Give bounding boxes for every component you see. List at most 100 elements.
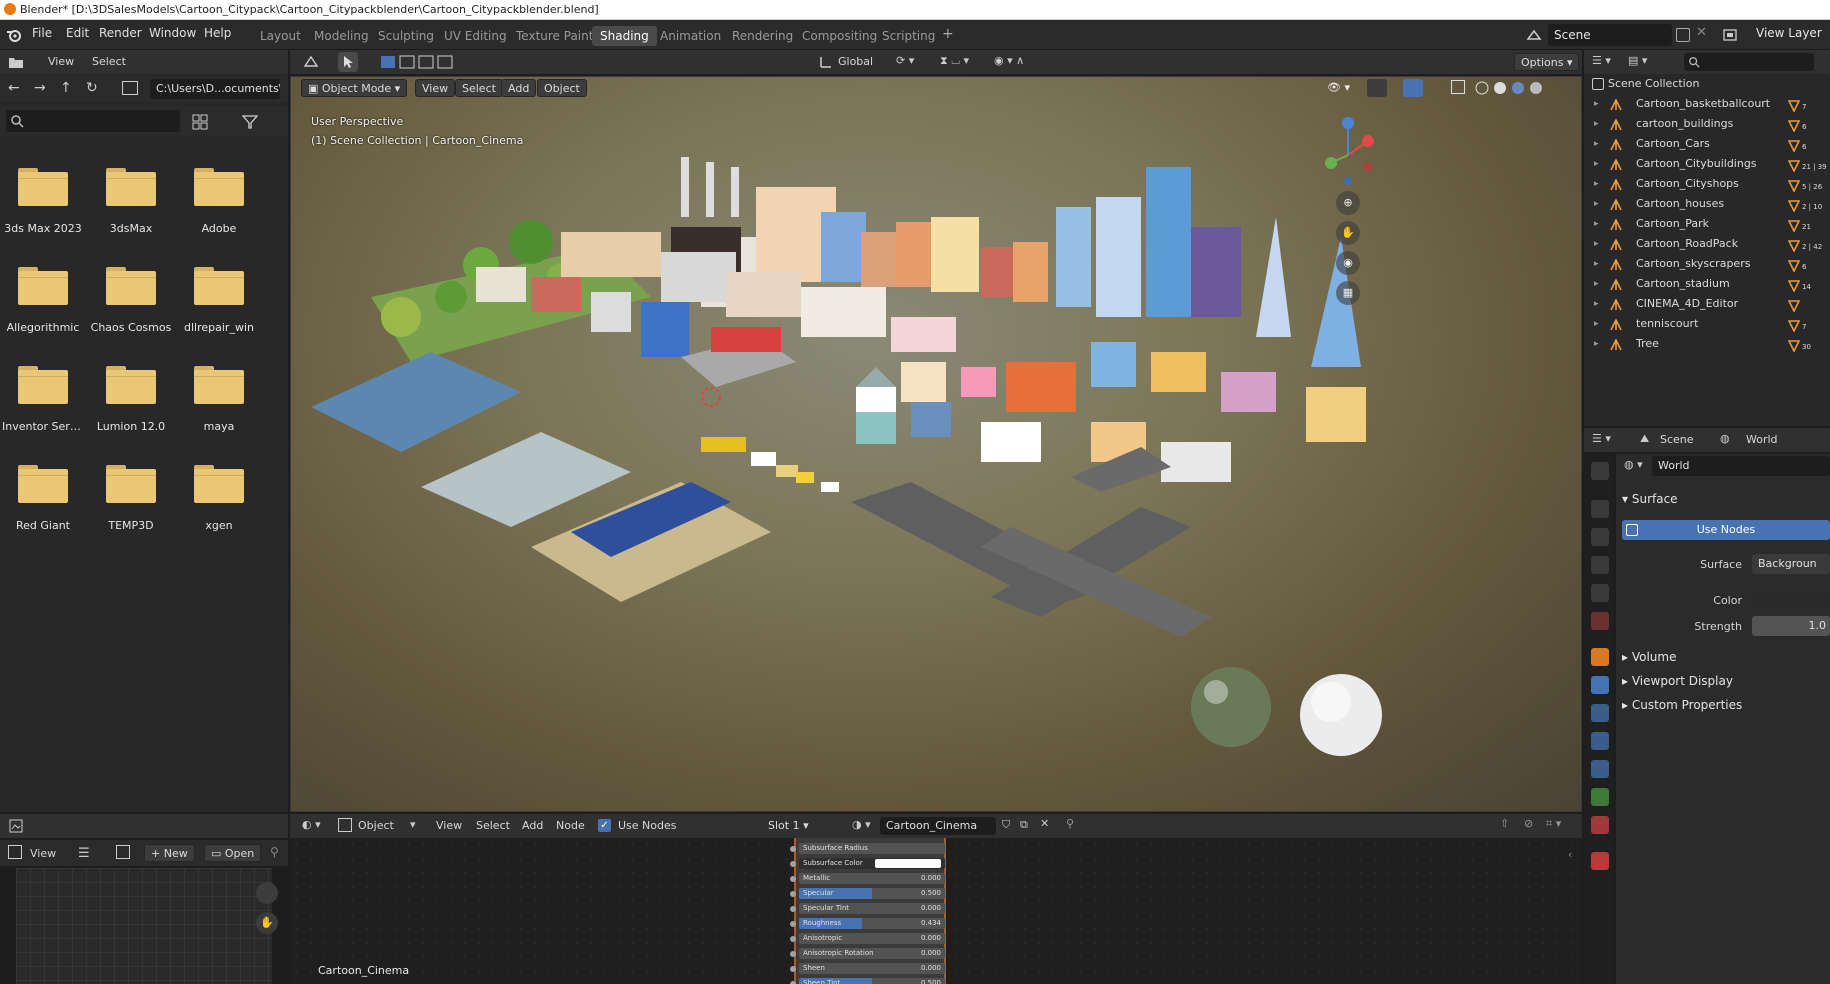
unlink-material-icon[interactable]: ✕: [1040, 817, 1049, 830]
display-mode-icon[interactable]: [192, 114, 208, 130]
delete-scene-icon[interactable]: ✕: [1696, 25, 1707, 40]
outliner-item[interactable]: ▸ Cartoon_RoadPack 2 | 42: [1584, 234, 1830, 254]
folder-item[interactable]: dllrepair_win: [178, 267, 260, 334]
node-param-row[interactable]: Subsurface Color: [790, 857, 945, 870]
physics-tab-icon[interactable]: [1591, 732, 1609, 750]
material-tab-icon[interactable]: [1591, 816, 1609, 834]
browse-image-icon[interactable]: [116, 845, 130, 859]
mesh-filter-icon[interactable]: [1787, 119, 1801, 133]
outliner-item[interactable]: ▸ Tree 30: [1584, 334, 1830, 354]
3d-viewport[interactable]: ▣ Object Mode ▾ View Select Add Object 👁…: [290, 76, 1582, 812]
outliner-item[interactable]: ▸ CINEMA_4D_Editor: [1584, 294, 1830, 314]
sidebar-toggle-icon[interactable]: ‹: [1568, 848, 1572, 861]
tab-animation[interactable]: Animation: [652, 26, 729, 46]
material-slot-dropdown[interactable]: Slot 1 ▾: [764, 817, 834, 835]
tab-texture-paint[interactable]: Texture Paint: [508, 26, 601, 46]
duplicate-material-icon[interactable]: ⧉: [1020, 818, 1028, 832]
mesh-filter-icon[interactable]: [1787, 239, 1801, 253]
node-param-row[interactable]: Subsurface Radius: [790, 842, 945, 855]
use-nodes-button[interactable]: Use Nodes: [1622, 520, 1830, 540]
mesh-filter-icon[interactable]: [1787, 199, 1801, 213]
pivot-point-icon[interactable]: ⟳ ▾: [896, 54, 914, 67]
outliner-root-row[interactable]: Scene Collection: [1584, 74, 1830, 94]
fake-user-shield-icon[interactable]: ⛉: [1002, 818, 1010, 832]
expand-arrow-icon[interactable]: ▸: [1594, 194, 1599, 214]
expand-arrow-icon[interactable]: ▸: [1594, 134, 1599, 154]
menu-edit[interactable]: Edit: [66, 26, 89, 40]
file-browser-view-menu[interactable]: View: [48, 55, 74, 68]
input-socket-icon[interactable]: [790, 951, 796, 957]
custom-properties-section-header[interactable]: ▸ Custom Properties: [1622, 698, 1742, 712]
backdrop-icon[interactable]: ⊘: [1524, 817, 1533, 830]
node-select-menu[interactable]: Select: [476, 819, 510, 832]
mesh-filter-icon[interactable]: [1787, 139, 1801, 153]
tab-modeling[interactable]: Modeling: [306, 26, 377, 46]
pan-hand-icon[interactable]: ✋: [256, 912, 278, 934]
world-browse-icon[interactable]: ◍ ▾: [1624, 458, 1643, 471]
folder-item[interactable]: Inventor Serv...: [2, 366, 84, 433]
expand-arrow-icon[interactable]: ▸: [1594, 274, 1599, 294]
proportional-edit-icon[interactable]: ◉ ▾ ∧: [994, 54, 1024, 67]
folder-item[interactable]: Lumion 12.0: [90, 366, 172, 433]
expand-arrow-icon[interactable]: ▸: [1594, 114, 1599, 134]
input-socket-icon[interactable]: [790, 921, 796, 927]
image-display-icon[interactable]: [8, 845, 22, 859]
node-param-row[interactable]: Specular Tint 0.000: [790, 902, 945, 915]
outliner-item[interactable]: ▸ cartoon_buildings 6: [1584, 114, 1830, 134]
tab-shading[interactable]: Shading: [592, 26, 657, 46]
perspective-toggle-icon[interactable]: ▦: [1336, 281, 1360, 305]
surface-section-header[interactable]: ▾ Surface: [1622, 492, 1678, 506]
navigation-gizmo[interactable]: [1313, 115, 1383, 195]
folder-item[interactable]: Adobe: [178, 168, 260, 235]
visibility-eye-icon[interactable]: 👁 ▾: [1327, 81, 1350, 94]
xray-toggle-icon[interactable]: [1451, 80, 1465, 94]
outliner-item[interactable]: ▸ Cartoon_houses 2 | 10: [1584, 194, 1830, 214]
new-folder-icon[interactable]: [122, 81, 138, 95]
mesh-filter-icon[interactable]: [1787, 319, 1801, 333]
select-tool-icon[interactable]: [338, 52, 358, 72]
expand-arrow-icon[interactable]: ▸: [1594, 154, 1599, 174]
folder-item[interactable]: xgen: [178, 465, 260, 532]
render-tab-icon[interactable]: [1591, 500, 1609, 518]
view-layer-icon[interactable]: [1722, 27, 1738, 43]
outliner-item[interactable]: ▸ Cartoon_Cityshops 5 | 26: [1584, 174, 1830, 194]
outliner-item[interactable]: ▸ tenniscourt 7: [1584, 314, 1830, 334]
subsurface-color-swatch[interactable]: [875, 859, 941, 868]
world-name-field[interactable]: World: [1652, 456, 1830, 476]
file-search-input[interactable]: [6, 110, 180, 132]
properties-type-icon[interactable]: ☰ ▾: [1592, 432, 1611, 445]
new-image-button[interactable]: + New: [144, 844, 195, 862]
blender-menu-icon[interactable]: [6, 27, 22, 43]
node-param-row[interactable]: Specular 0.500: [790, 887, 945, 900]
input-socket-icon[interactable]: [790, 846, 796, 852]
outliner-item[interactable]: ▸ Cartoon_Citybuildings 21 | 39: [1584, 154, 1830, 174]
mesh-filter-icon[interactable]: [1787, 179, 1801, 193]
file-browser-select-menu[interactable]: Select: [92, 55, 126, 68]
transform-orientation-icon[interactable]: [818, 54, 834, 70]
tab-uv-editing[interactable]: UV Editing: [436, 26, 515, 46]
expand-arrow-icon[interactable]: ▸: [1594, 234, 1599, 254]
back-arrow-icon[interactable]: ←: [8, 80, 20, 96]
outliner-item[interactable]: ▸ Cartoon_stadium 14: [1584, 274, 1830, 294]
pin-material-icon[interactable]: ⚲: [1066, 817, 1074, 830]
camera-view-icon[interactable]: ◉: [1336, 251, 1360, 275]
viewport-add-menu[interactable]: Add: [501, 79, 537, 97]
shader-type-dropdown[interactable]: Object: [358, 819, 394, 832]
use-nodes-checkbox[interactable]: ✓: [598, 819, 611, 832]
modifier-tab-icon[interactable]: [1591, 676, 1609, 694]
viewport-view-menu[interactable]: View: [415, 79, 456, 97]
shading-mode-icons[interactable]: [1473, 79, 1553, 97]
zoom-icon[interactable]: [256, 882, 278, 904]
new-scene-icon[interactable]: [1676, 28, 1690, 42]
snap-node-icon[interactable]: ⌗ ▾: [1546, 817, 1561, 831]
mesh-filter-icon[interactable]: [1787, 279, 1801, 293]
image-editor-view-menu[interactable]: View: [30, 847, 56, 860]
mesh-filter-icon[interactable]: [1787, 99, 1801, 113]
tab-sculpting[interactable]: Sculpting: [370, 26, 442, 46]
open-image-button[interactable]: ▭ Open: [204, 844, 262, 862]
expand-arrow-icon[interactable]: ▸: [1594, 334, 1599, 354]
properties-scene-label[interactable]: Scene: [1660, 433, 1694, 446]
expand-arrow-icon[interactable]: ▸: [1594, 94, 1599, 114]
node-node-menu[interactable]: Node: [556, 819, 585, 832]
menu-file[interactable]: File: [32, 26, 52, 40]
